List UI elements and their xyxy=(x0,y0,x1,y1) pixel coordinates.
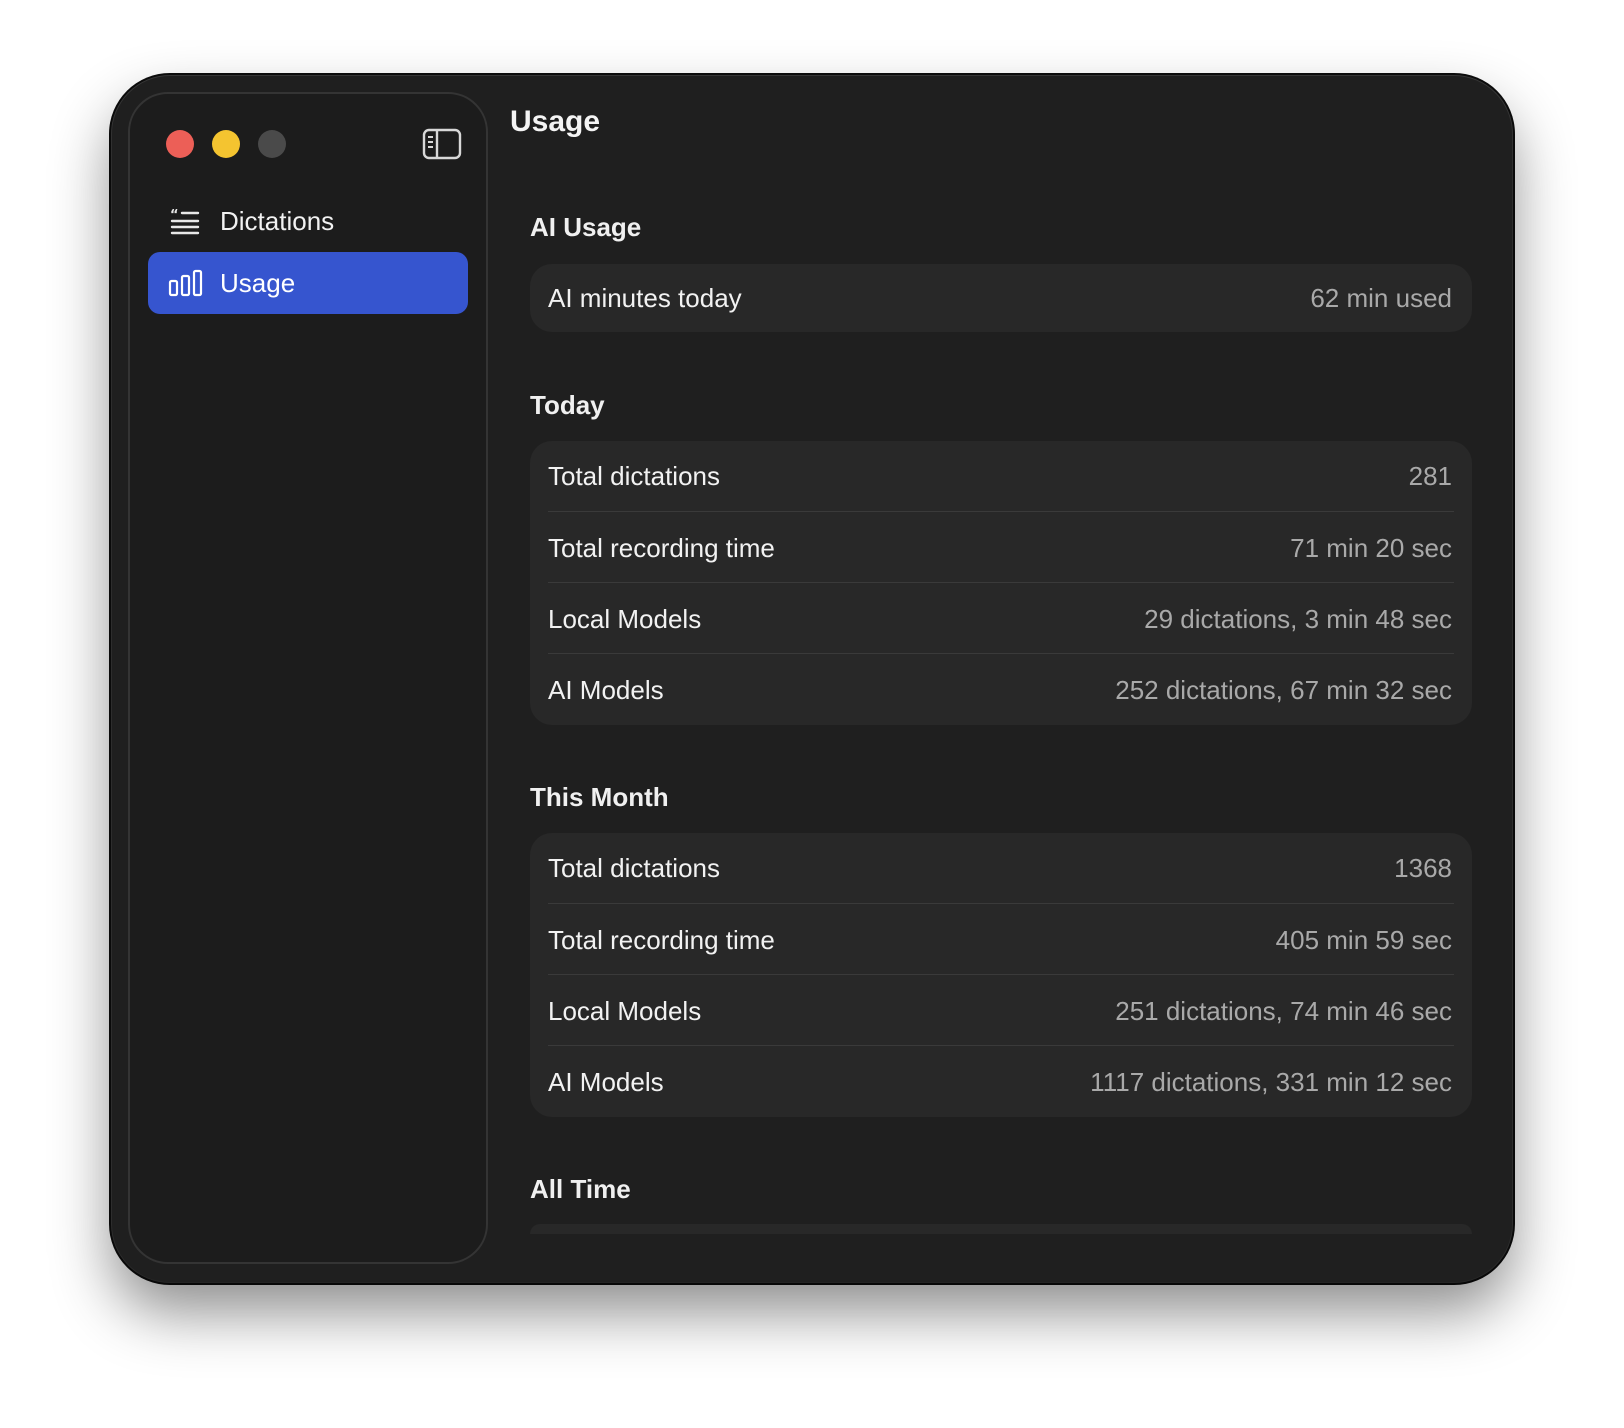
stat-value: 29 dictations, 3 min 48 sec xyxy=(1144,604,1452,634)
stat-value: 252 dictations, 67 min 32 sec xyxy=(1115,675,1452,705)
stat-row: AI Models 1117 dictations, 331 min 12 se… xyxy=(530,1045,1472,1119)
card-ai-usage: AI minutes today 62 min used xyxy=(530,264,1472,332)
zoom-window-button xyxy=(258,130,286,158)
stat-value: 71 min 20 sec xyxy=(1290,533,1452,563)
stat-label: AI minutes today xyxy=(548,283,742,313)
stat-value: 405 min 59 sec xyxy=(1275,925,1452,955)
card-all-time xyxy=(530,1224,1472,1234)
bar-chart-icon xyxy=(168,269,203,297)
stat-row: Total dictations 281 xyxy=(530,439,1472,513)
close-window-button[interactable] xyxy=(166,130,194,158)
stat-row: Total recording time 405 min 59 sec xyxy=(530,903,1472,977)
stat-label: Total dictations xyxy=(548,461,720,491)
card-today: Total dictations 281 Total recording tim… xyxy=(530,441,1472,725)
section-title-ai-usage: AI Usage xyxy=(530,212,642,242)
sidebar-item-label: Dictations xyxy=(220,205,335,236)
stat-row: Total dictations 1368 xyxy=(530,831,1472,905)
stat-label: AI Models xyxy=(548,675,664,705)
stat-row: Local Models 29 dictations, 3 min 48 sec xyxy=(530,582,1472,656)
stat-row: Local Models 251 dictations, 74 min 46 s… xyxy=(530,974,1472,1048)
section-title-all-time: All Time xyxy=(530,1174,631,1204)
stat-row: AI Models 252 dictations, 67 min 32 sec xyxy=(530,653,1472,727)
sidebar-toggle-icon xyxy=(422,128,462,160)
stat-value: 1368 xyxy=(1394,853,1452,883)
section-title-this-month: This Month xyxy=(530,782,669,812)
sidebar-toggle-button[interactable] xyxy=(422,128,462,160)
stat-label: Local Models xyxy=(548,996,702,1026)
stat-row: Total recording time 71 min 20 sec xyxy=(530,511,1472,585)
stat-value: 62 min used xyxy=(1310,283,1452,313)
stat-value: 251 dictations, 74 min 46 sec xyxy=(1115,996,1452,1026)
stat-value: 281 xyxy=(1408,461,1452,491)
stat-value: 1117 dictations, 331 min 12 sec xyxy=(1090,1067,1452,1097)
section-title-today: Today xyxy=(530,390,605,420)
card-this-month: Total dictations 1368 Total recording ti… xyxy=(530,833,1472,1117)
page-title: Usage xyxy=(510,105,601,138)
text-list-icon: “ xyxy=(170,208,200,235)
stat-label: AI Models xyxy=(548,1067,664,1097)
stat-label: Total recording time xyxy=(548,925,775,955)
stat-label: Total recording time xyxy=(548,533,775,563)
stat-label: Local Models xyxy=(548,604,702,634)
minimize-window-button[interactable] xyxy=(212,130,240,158)
stat-row: AI minutes today 62 min used xyxy=(530,261,1472,335)
stat-label: Total dictations xyxy=(548,853,720,883)
sidebar-item-dictations[interactable]: “ Dictations xyxy=(148,190,468,252)
sidebar-item-usage[interactable]: Usage xyxy=(148,252,468,314)
sidebar: “ Dictations Usage xyxy=(128,92,488,1264)
sidebar-item-label: Usage xyxy=(220,267,296,298)
